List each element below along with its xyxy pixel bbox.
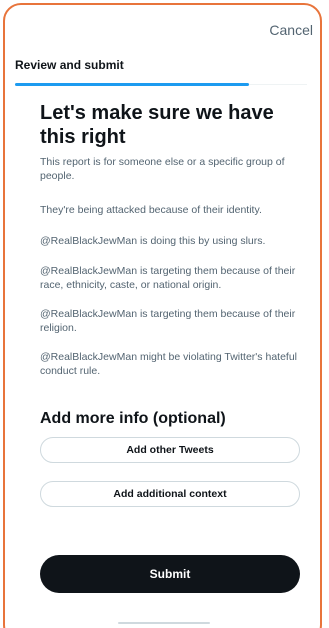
statement-report-target: This report is for someone else or a spe… <box>40 156 285 182</box>
page-title: Let's make sure we have this right <box>40 102 274 148</box>
statement-rule-violation: @RealBlackJewMan might be violating Twit… <box>40 351 298 377</box>
cancel-button[interactable]: Cancel <box>269 22 313 38</box>
statement-targeting-religion: @RealBlackJewMan is targeting them becau… <box>40 308 296 334</box>
home-indicator <box>118 622 210 624</box>
tab-review-and-submit: Review and submit <box>15 58 124 72</box>
statement-targeting-race: @RealBlackJewMan is targeting them becau… <box>40 265 296 291</box>
statement-attack-reason: They're being attacked because of their … <box>40 204 262 216</box>
more-info-title: Add more info (optional) <box>40 410 226 427</box>
submit-button[interactable]: Submit <box>40 555 300 593</box>
statement-method: @RealBlackJewMan is doing this by using … <box>40 235 266 247</box>
review-content: Let's make sure we have this right This … <box>40 101 310 377</box>
add-other-tweets-button[interactable]: Add other Tweets <box>40 437 300 463</box>
add-additional-context-button[interactable]: Add additional context <box>40 481 300 507</box>
progress-bar <box>15 83 249 86</box>
